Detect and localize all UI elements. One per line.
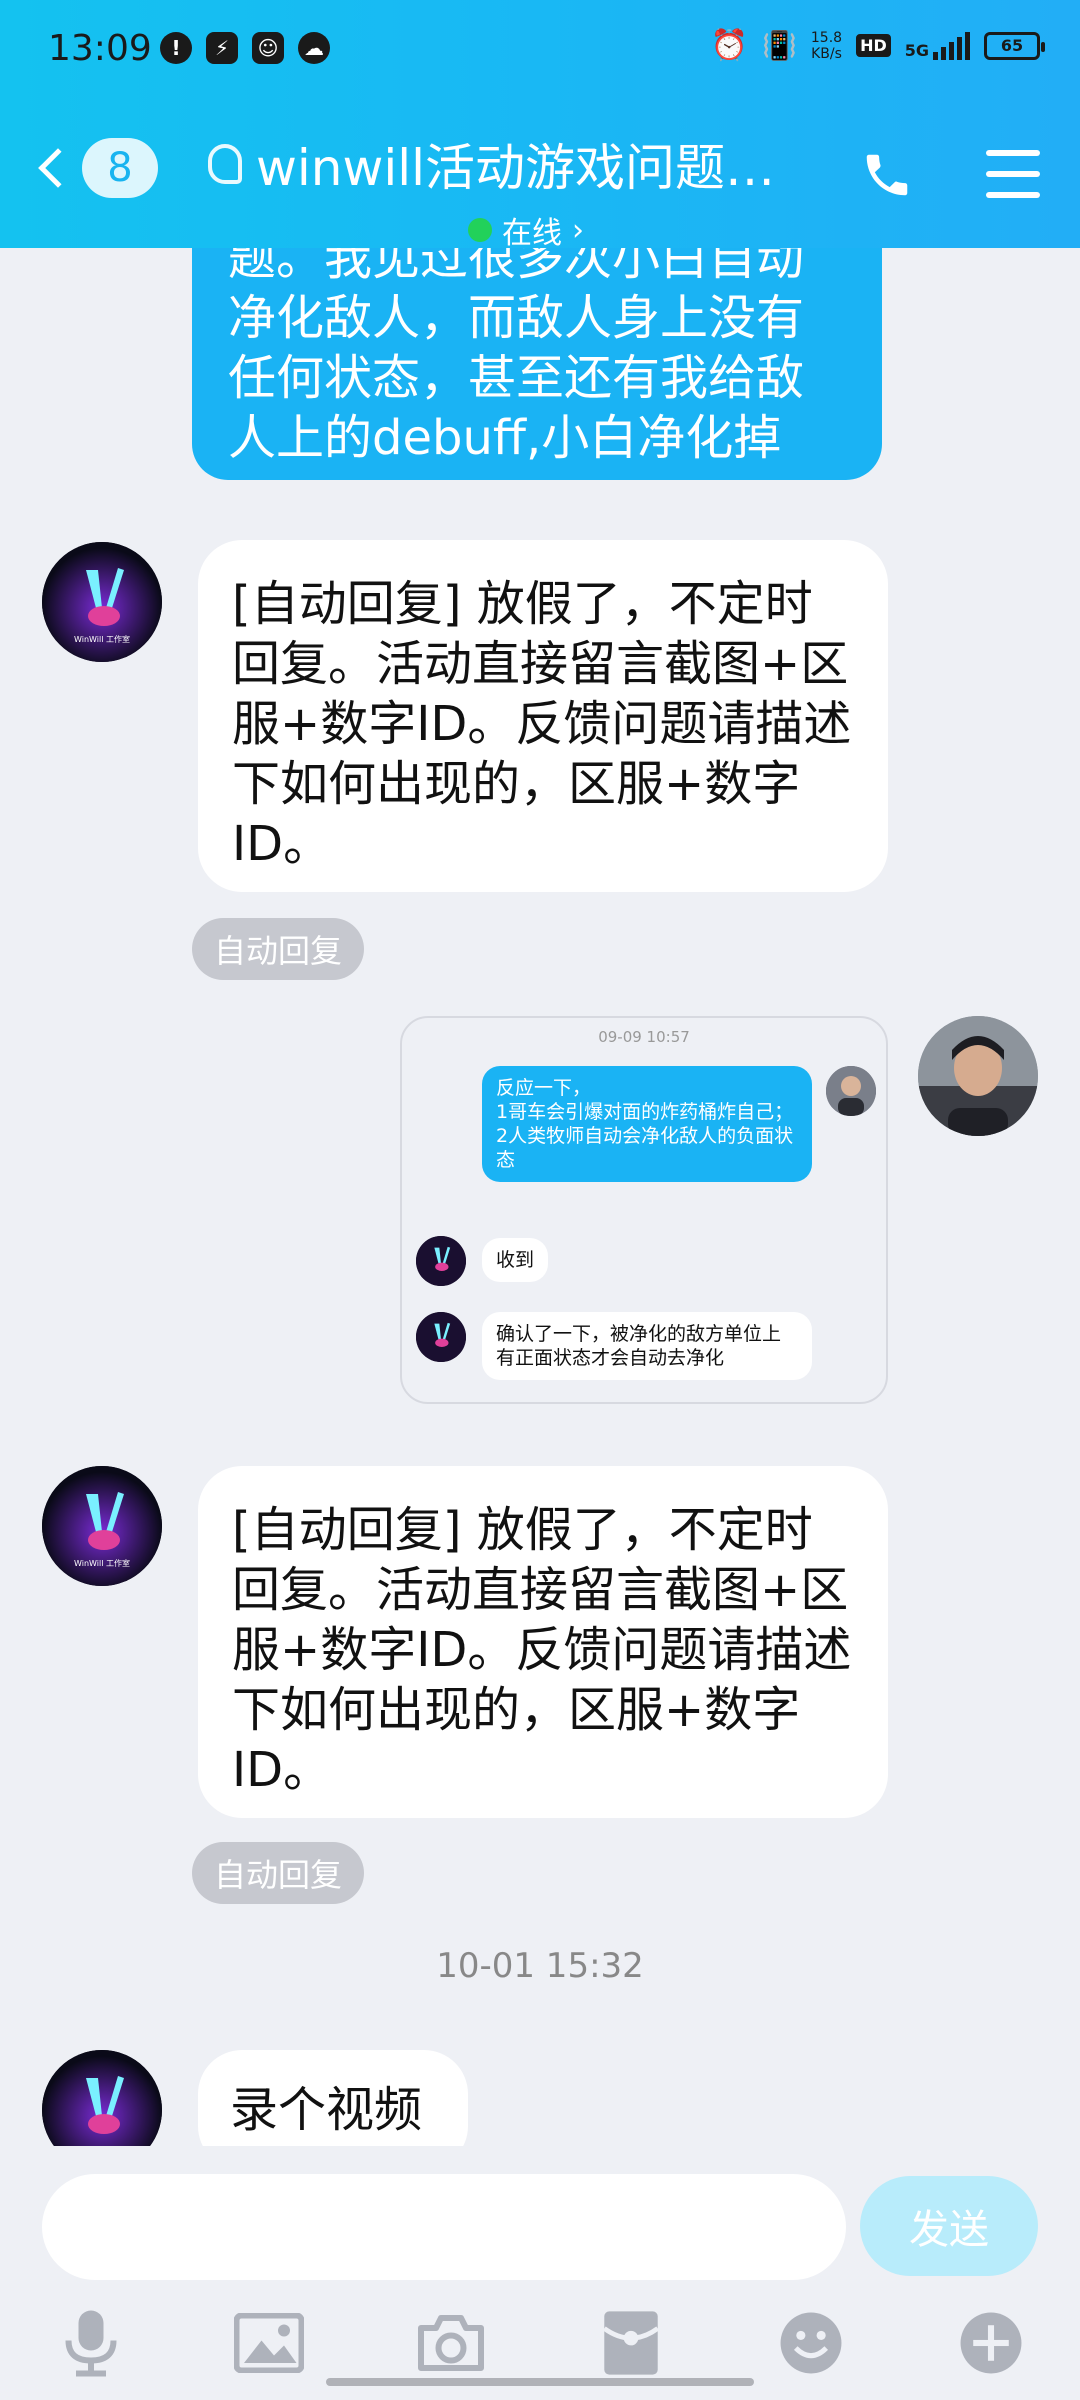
online-status-label: 在线 <box>502 216 562 251</box>
plus-icon[interactable] <box>956 2308 1026 2378</box>
auto-reply-tag: 自动回复 <box>192 918 365 980</box>
avatar-label: WinWill 工作室 <box>74 1558 130 1568</box>
forwarded-message: 确认了一下，被净化的敌方单位上有正面状态才会自动去净化 <box>482 1312 812 1380</box>
status-time: 13:09 <box>48 28 152 69</box>
ear-icon <box>208 144 242 184</box>
chat-header: 13:09 ! ⚡ ☺ ☁ ⏰ 📳 15.8 KB/s HD 5G 65 8 w… <box>0 0 1080 251</box>
cloud-icon: ☁ <box>298 32 330 64</box>
avatar[interactable] <box>42 2050 162 2150</box>
winwill-logo-icon: WinWill 工作室 <box>42 542 162 662</box>
winwill-logo-icon: WinWill 工作室 <box>42 1466 162 1586</box>
baidu-icon: ☺ <box>252 32 284 64</box>
alarm-icon: ⏰ <box>710 28 749 63</box>
menu-icon[interactable] <box>986 150 1040 198</box>
auto-reply-tag: 自动回复 <box>192 1842 365 1904</box>
status-bar: 13:09 ! ⚡ ☺ ☁ ⏰ 📳 15.8 KB/s HD 5G 65 <box>0 0 1080 100</box>
message-input[interactable] <box>42 2174 846 2280</box>
incoming-message[interactable]: 录个视频 <box>198 2050 468 2150</box>
chevron-right-icon: › <box>572 212 584 248</box>
online-dot-icon <box>468 218 492 242</box>
forwarded-message: 收到 <box>482 1238 549 1282</box>
message-text: [自动回复] 放假了，不定时回复。活动直接留言截图+区服+数字ID。反馈问题请描… <box>232 1502 852 1798</box>
back-button[interactable]: 8 <box>38 138 158 198</box>
app-icon: ⚡ <box>206 32 238 64</box>
signal-icon: 5G <box>904 31 970 60</box>
alert-icon: ! <box>160 32 192 64</box>
input-area: 发送 <box>0 2146 1080 2400</box>
my-avatar[interactable] <box>918 1016 1038 1136</box>
online-status[interactable]: 在线 › <box>468 208 808 252</box>
avatar-label: WinWill 工作室 <box>74 634 130 644</box>
message-text: [自动回复] 放假了，不定时回复。活动直接留言截图+区服+数字ID。反馈问题请描… <box>232 576 852 872</box>
toolbar <box>0 2308 1080 2388</box>
camera-icon[interactable] <box>416 2308 486 2378</box>
network-speed: 15.8 KB/s <box>810 29 843 62</box>
chat-title: winwill活动游戏问题… <box>256 139 776 197</box>
incoming-message[interactable]: [自动回复] 放假了，不定时回复。活动直接留言截图+区服+数字ID。反馈问题请描… <box>198 1466 888 1818</box>
vibrate-icon: 📳 <box>762 29 797 62</box>
forwarded-timestamp: 09-09 10:57 <box>598 1028 690 1046</box>
message-text: 题。我见过很多次小白自动净化敌人，而敌人身上没有任何状态，甚至还有我给敌人上的d… <box>228 230 805 466</box>
forwarded-avatar <box>416 1236 466 1286</box>
network-type: 5G <box>904 40 929 60</box>
system-icons: ⏰ 📳 15.8 KB/s HD 5G 65 <box>710 28 1045 63</box>
chat-title-area[interactable]: winwill活动游戏问题… 在线 › <box>208 128 808 252</box>
forwarded-avatar <box>826 1066 876 1116</box>
hd-badge: HD <box>856 34 891 57</box>
forwarded-chat-card[interactable]: 09-09 10:57 反应一下， 1哥车会引爆对面的炸药桶炸自己； 2人类牧师… <box>400 1016 888 1404</box>
incoming-message[interactable]: [自动回复] 放假了，不定时回复。活动直接留言截图+区服+数字ID。反馈问题请描… <box>198 540 888 892</box>
image-icon[interactable] <box>234 2308 304 2378</box>
chevron-left-icon <box>38 148 78 188</box>
user-photo-icon <box>918 1016 1038 1136</box>
battery-icon: 65 <box>984 31 1045 60</box>
chat-timestamp: 10-01 15:32 <box>436 1946 644 1986</box>
microphone-icon[interactable] <box>56 2308 126 2378</box>
emoji-icon[interactable] <box>776 2308 846 2378</box>
avatar[interactable]: WinWill 工作室 <box>42 1466 162 1586</box>
send-button[interactable]: 发送 <box>860 2176 1038 2276</box>
unread-count-badge: 8 <box>82 138 158 198</box>
red-packet-icon[interactable] <box>596 2308 666 2378</box>
last-message-row: 录个视频 <box>0 2040 1080 2150</box>
home-indicator[interactable] <box>326 2378 754 2386</box>
notification-icons: ! ⚡ ☺ ☁ <box>160 32 330 64</box>
forwarded-message: 反应一下， 1哥车会引爆对面的炸药桶炸自己； 2人类牧师自动会净化敌人的负面状态 <box>482 1066 812 1182</box>
message-text: 录个视频 <box>230 2082 423 2138</box>
winwill-logo-icon <box>42 2050 162 2150</box>
avatar[interactable]: WinWill 工作室 <box>42 542 162 662</box>
forwarded-avatar <box>416 1312 466 1362</box>
phone-icon[interactable] <box>860 148 914 202</box>
